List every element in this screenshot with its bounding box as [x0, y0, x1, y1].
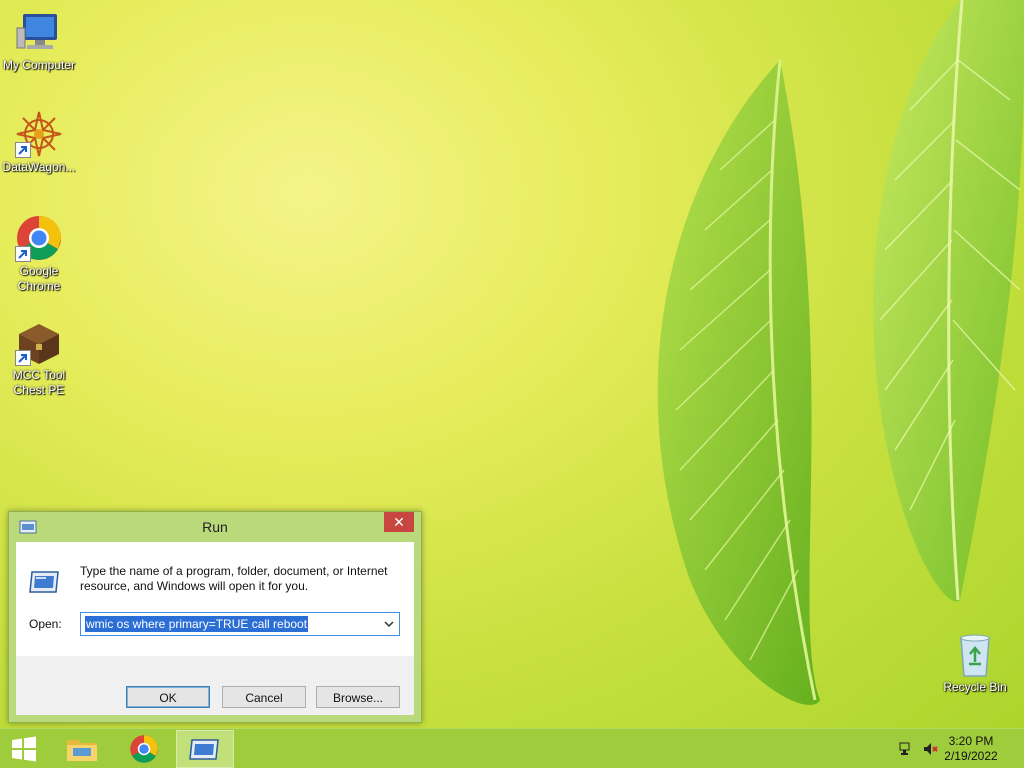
run-dialog-titlebar[interactable]: Run ✕ — [9, 512, 421, 542]
open-combobox[interactable]: wmic os where primary=TRUE call reboot — [80, 612, 400, 636]
shortcut-arrow-icon — [15, 246, 31, 262]
chevron-down-icon[interactable] — [383, 617, 395, 629]
run-dialog-description: Type the name of a program, folder, docu… — [80, 564, 388, 593]
desktop-icon-label: Recycle Bin — [943, 680, 1007, 694]
run-program-icon — [28, 566, 62, 596]
chrome-icon — [116, 734, 172, 764]
desktop-icon-mcc-tool-chest[interactable]: MCC Tool Chest PE — [0, 318, 78, 398]
windows-logo-icon — [0, 734, 48, 764]
shortcut-arrow-icon — [15, 142, 31, 158]
desktop: My Computer DataWagon... Google Chrome M… — [0, 0, 1024, 728]
computer-icon — [15, 8, 63, 56]
shortcut-arrow-icon — [15, 350, 31, 366]
start-button[interactable] — [0, 730, 48, 768]
folder-icon — [54, 734, 110, 764]
desktop-icon-label: MCC Tool Chest PE — [12, 368, 66, 397]
run-dialog-body: Type the name of a program, folder, docu… — [16, 542, 414, 715]
browse-button[interactable]: Browse... — [316, 686, 400, 708]
datawagon-icon — [15, 110, 63, 158]
leaf-wallpaper-left — [610, 60, 850, 720]
recycle-bin-icon — [951, 630, 999, 678]
cancel-button[interactable]: Cancel — [222, 686, 306, 708]
taskbar: 3:20 PM 2/19/2022 — [0, 728, 1024, 768]
run-dialog-title: Run — [202, 519, 228, 535]
close-button[interactable]: ✕ — [384, 512, 414, 532]
taskbar-clock[interactable]: 3:20 PM 2/19/2022 — [936, 734, 1006, 764]
chrome-icon — [15, 214, 63, 262]
desktop-icon-recycle-bin[interactable]: Recycle Bin — [936, 630, 1014, 695]
clock-time: 3:20 PM — [948, 734, 994, 748]
open-input-selected-text[interactable]: wmic os where primary=TRUE call reboot — [85, 616, 309, 632]
run-dialog: Run ✕ Type the name of a program, folder… — [8, 511, 422, 723]
desktop-icon-label: Google Chrome — [17, 264, 61, 293]
desktop-icon-label: My Computer — [2, 58, 76, 72]
leaf-wallpaper-right — [850, 0, 1024, 620]
run-icon — [177, 735, 233, 763]
chest-icon — [15, 318, 63, 366]
taskbar-run[interactable] — [176, 730, 234, 768]
ok-button[interactable]: OK — [126, 686, 210, 708]
desktop-icon-datawagon[interactable]: DataWagon... — [0, 110, 78, 175]
desktop-icon-google-chrome[interactable]: Google Chrome — [0, 214, 78, 294]
desktop-icon-my-computer[interactable]: My Computer — [0, 8, 78, 73]
desktop-icon-label: DataWagon... — [2, 160, 76, 174]
network-icon[interactable] — [898, 741, 914, 757]
taskbar-file-explorer[interactable] — [54, 730, 110, 768]
open-label: Open: — [29, 617, 62, 631]
clock-date: 2/19/2022 — [944, 749, 998, 763]
taskbar-chrome[interactable] — [116, 730, 172, 768]
